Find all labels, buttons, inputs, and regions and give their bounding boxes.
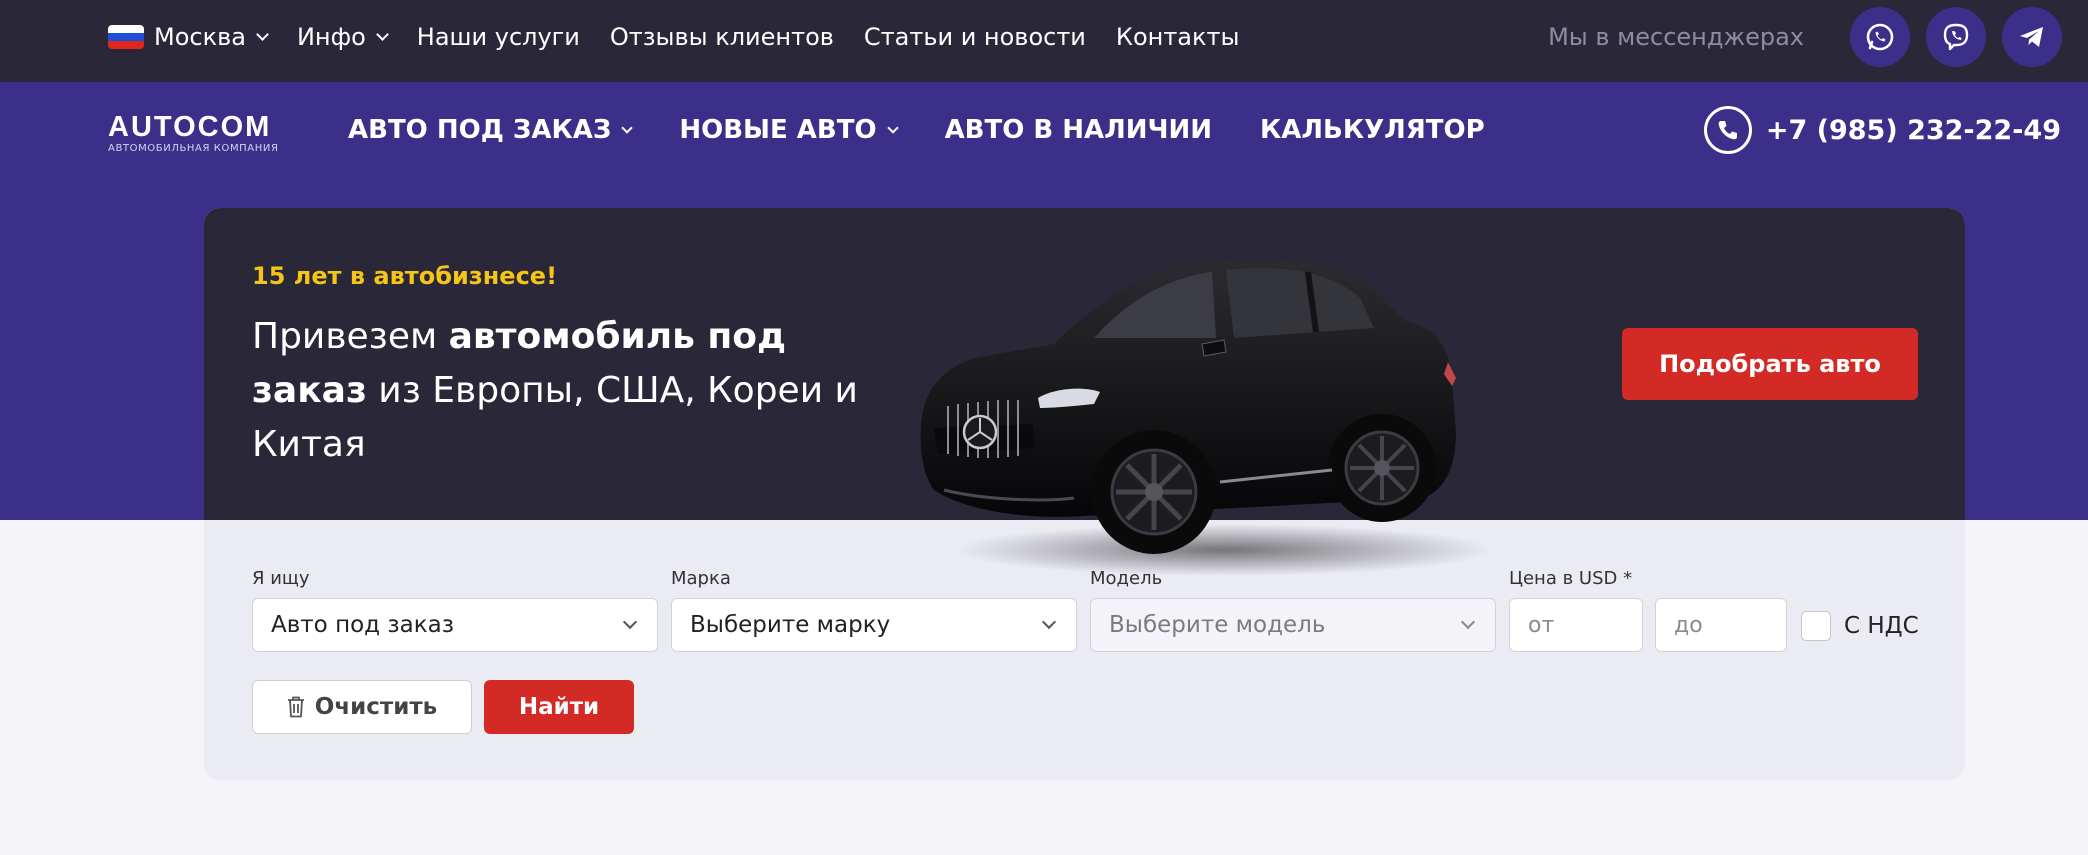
logo-name: AUTOCOM	[108, 111, 272, 143]
messengers-label: Мы в мессенджерах	[1548, 23, 1804, 51]
messengers: Мы в мессенджерах	[1548, 7, 2062, 67]
vat-label: С НДС	[1844, 613, 1919, 639]
chevron-down-icon	[886, 121, 899, 134]
top-nav: Москва Инфо Наши услуги Отзывы клиентов …	[108, 0, 1269, 74]
brand-select[interactable]: Выберите марку	[671, 598, 1077, 652]
model-value: Выберите модель	[1109, 612, 1326, 638]
search-type-select[interactable]: Авто под заказ	[252, 598, 658, 652]
chevron-down-icon	[1041, 614, 1057, 630]
top-nav-label: Контакты	[1115, 23, 1240, 51]
telegram-icon	[2020, 27, 2043, 47]
vat-checkbox[interactable]	[1801, 611, 1831, 641]
top-nav-label: Отзывы клиентов	[609, 23, 834, 51]
price-to-input[interactable]	[1655, 598, 1787, 652]
clear-label: Очистить	[314, 694, 438, 720]
car-image	[920, 259, 1494, 576]
hero-card: 15 лет в автобизнесе! Привезем автомобил…	[204, 208, 1965, 780]
city-label: Москва	[154, 23, 246, 51]
search-type-label: Я ищу	[252, 568, 310, 589]
top-bar: Москва Инфо Наши услуги Отзывы клиентов …	[0, 0, 2088, 82]
chevron-down-icon	[622, 614, 638, 630]
top-nav-articles[interactable]: Статьи и новости	[864, 23, 1086, 51]
russia-flag-icon	[108, 25, 144, 49]
headline-text: Привезем	[252, 316, 449, 357]
logo-tagline: АВТОМОБИЛЬНАЯ КОМПАНИЯ	[108, 143, 279, 154]
hero-tagline: 15 лет в автобизнесе!	[252, 262, 558, 290]
logo[interactable]: AUTOCOM АВТОМОБИЛЬНАЯ КОМПАНИЯ	[108, 111, 290, 155]
phone-icon	[1703, 106, 1752, 154]
search-type-value: Авто под заказ	[271, 612, 454, 638]
trash-icon	[287, 696, 304, 718]
viber-button[interactable]	[1926, 7, 1986, 67]
whatsapp-icon	[1866, 23, 1894, 51]
main-nav-in-stock[interactable]: АВТО В НАЛИЧИИ	[945, 115, 1212, 145]
main-nav-order[interactable]: АВТО ПОД ЗАКАЗ	[348, 115, 634, 145]
brand-value: Выберите марку	[690, 612, 891, 638]
find-button[interactable]: Найти	[484, 680, 634, 734]
main-nav-label: АВТО ПОД ЗАКАЗ	[348, 115, 612, 145]
telegram-button[interactable]	[2002, 7, 2062, 67]
top-nav-info[interactable]: Инфо	[296, 23, 389, 51]
top-nav-services[interactable]: Наши услуги	[417, 23, 580, 51]
price-from-input[interactable]	[1509, 598, 1643, 652]
pick-car-button[interactable]: Подобрать авто	[1622, 328, 1918, 400]
main-nav-label: АВТО В НАЛИЧИИ	[944, 115, 1213, 145]
chevron-down-icon	[621, 121, 634, 134]
top-nav-label: Статьи и новости	[863, 23, 1086, 51]
chevron-down-icon	[1460, 614, 1476, 630]
chevron-down-icon	[256, 27, 269, 41]
whatsapp-button[interactable]	[1850, 7, 1910, 67]
phone-number: +7 (985) 232-22-49	[1765, 114, 2061, 146]
top-nav-reviews[interactable]: Отзывы клиентов	[610, 23, 834, 51]
clear-button[interactable]: Очистить	[252, 680, 472, 734]
main-nav-label: НОВЫЕ АВТО	[679, 115, 877, 145]
model-label: Модель	[1090, 568, 1163, 589]
main-nav-new-cars[interactable]: НОВЫЕ АВТО	[679, 115, 899, 145]
city-selector[interactable]: Москва	[108, 23, 269, 51]
price-label: Цена в USD *	[1509, 568, 1633, 589]
viber-icon	[1943, 23, 1969, 51]
top-nav-contacts[interactable]: Контакты	[1116, 23, 1240, 51]
chevron-down-icon	[375, 27, 389, 41]
main-nav-calculator[interactable]: КАЛЬКУЛЯТОР	[1260, 115, 1485, 145]
top-nav-label: Наши услуги	[416, 23, 580, 51]
phone-contact[interactable]: +7 (985) 232-22-49	[1703, 106, 2061, 154]
model-select[interactable]: Выберите модель	[1090, 598, 1496, 652]
main-nav: АВТО ПОД ЗАКАЗ НОВЫЕ АВТО АВТО В НАЛИЧИИ…	[348, 106, 1533, 154]
brand-label: Марка	[671, 568, 731, 589]
top-nav-label: Инфо	[296, 23, 366, 51]
main-nav-label: КАЛЬКУЛЯТОР	[1260, 115, 1485, 145]
hero-headline: Привезем автомобиль под заказ из Европы,…	[252, 310, 892, 472]
